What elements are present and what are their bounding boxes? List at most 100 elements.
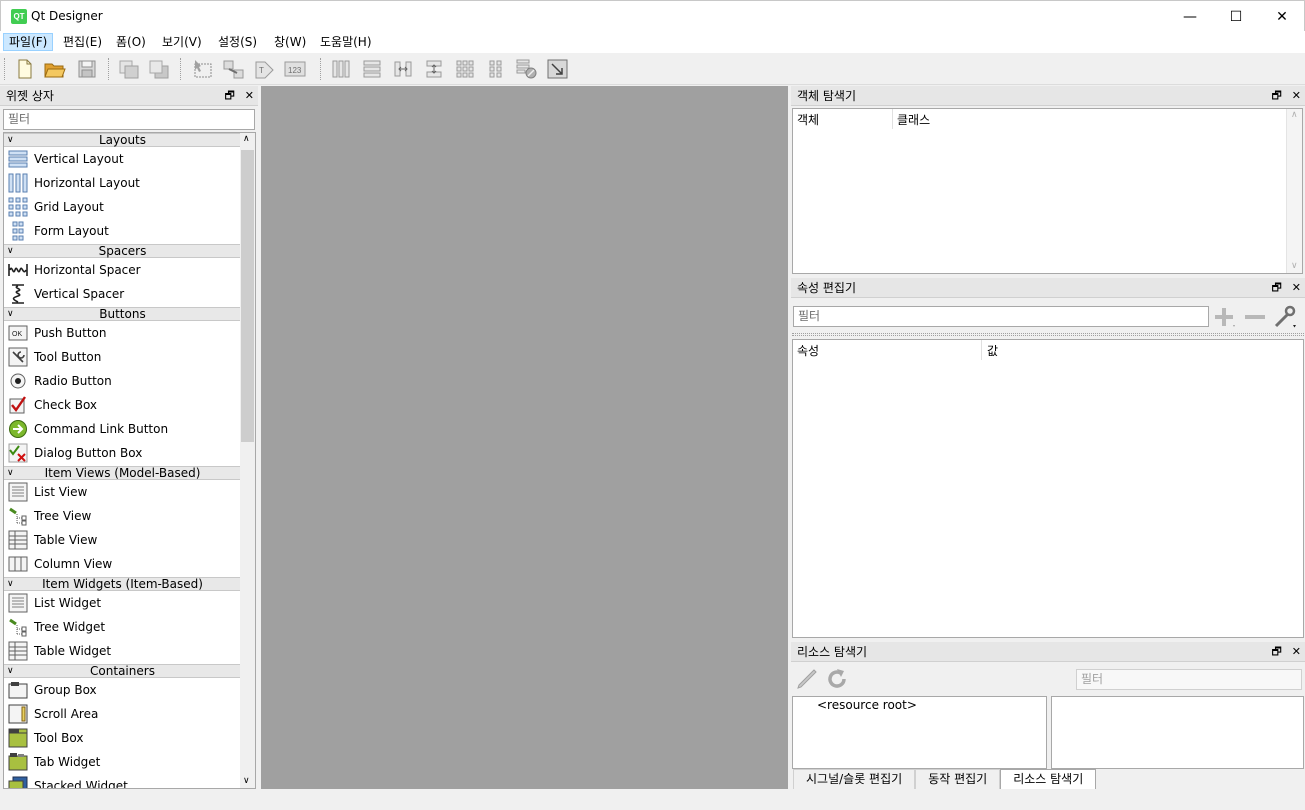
widget-check-box[interactable]: Check Box <box>4 393 241 417</box>
resource-tree[interactable]: <resource root> <box>792 696 1047 769</box>
widget-tree-view[interactable]: Tree View <box>4 504 241 528</box>
tab-widget-icon <box>8 752 28 772</box>
category-layouts[interactable]: ∨ Layouts <box>4 133 241 147</box>
widget-scroll-area[interactable]: Scroll Area <box>4 702 241 726</box>
close-button[interactable]: ✕ <box>1259 1 1305 32</box>
float-dock-icon[interactable]: 🗗 <box>1271 278 1281 298</box>
widget-push-button[interactable]: OK Push Button <box>4 321 241 345</box>
widget-tab-widget[interactable]: Tab Widget <box>4 750 241 774</box>
property-editor-title-label: 속성 편집기 <box>797 281 857 295</box>
category-containers[interactable]: ∨ Containers <box>4 664 241 678</box>
close-dock-icon[interactable]: ✕ <box>245 86 254 106</box>
menu-help[interactable]: 도움말(H) <box>315 33 377 51</box>
add-dynamic-property-button[interactable] <box>1212 305 1238 329</box>
column-header-class[interactable]: 클래스 <box>897 111 930 128</box>
splitter-handle[interactable] <box>792 333 1304 336</box>
dialog-button-box-icon <box>8 443 28 463</box>
widget-tool-box[interactable]: Tool Box <box>4 726 241 750</box>
widget-dialog-button-box[interactable]: Dialog Button Box <box>4 441 241 465</box>
edit-signals-slots-button[interactable] <box>221 57 247 81</box>
tab-resource-browser[interactable]: 리소스 탐색기 <box>1000 769 1097 789</box>
open-form-button[interactable] <box>42 57 68 81</box>
close-dock-icon[interactable]: ✕ <box>1292 278 1301 298</box>
widget-label: Form Layout <box>34 224 109 238</box>
edit-resources-button[interactable] <box>795 667 819 691</box>
edit-widgets-button[interactable] <box>190 57 216 81</box>
scroll-up-icon[interactable]: ∧ <box>1291 110 1298 120</box>
widget-label: Command Link Button <box>34 422 169 436</box>
edit-buddies-button[interactable]: T <box>252 57 278 81</box>
widget-vertical-spacer[interactable]: Vertical Spacer <box>4 282 241 306</box>
float-dock-icon[interactable]: 🗗 <box>224 86 234 106</box>
object-inspector-scrollbar[interactable]: ∧ ∨ <box>1286 109 1302 273</box>
configure-property-editor-button[interactable] <box>1272 304 1302 330</box>
widget-radio-button[interactable]: Radio Button <box>4 369 241 393</box>
maximize-button[interactable]: ☐ <box>1213 1 1259 32</box>
property-editor-tree[interactable]: 속성 값 <box>792 339 1304 638</box>
menu-form[interactable]: 폼(O) <box>111 33 151 51</box>
menu-file[interactable]: 파일(F) <box>3 33 54 51</box>
widget-column-view[interactable]: Column View <box>4 552 241 576</box>
close-dock-icon[interactable]: ✕ <box>1292 86 1301 106</box>
menu-settings[interactable]: 설정(S) <box>213 33 262 51</box>
menu-edit[interactable]: 편집(E) <box>58 33 107 51</box>
float-dock-icon[interactable]: 🗗 <box>1271 642 1281 662</box>
widget-list-view[interactable]: List View <box>4 480 241 504</box>
widget-box-scrollbar[interactable]: ∧ ∨ <box>240 133 255 788</box>
category-item-views[interactable]: ∨ Item Views (Model-Based) <box>4 466 241 480</box>
scroll-down-icon[interactable]: ∨ <box>243 776 250 786</box>
break-layout-button[interactable] <box>514 57 540 81</box>
column-header-property[interactable]: 속성 <box>797 342 819 359</box>
category-spacers[interactable]: ∨ Spacers <box>4 244 241 258</box>
category-buttons[interactable]: ∨ Buttons <box>4 307 241 321</box>
widget-form-layout[interactable]: Form Layout <box>4 219 241 243</box>
menu-window[interactable]: 창(W) <box>269 33 311 51</box>
widget-tool-button[interactable]: Tool Button <box>4 345 241 369</box>
object-inspector-tree[interactable]: 객체 클래스 ∧ ∨ <box>792 108 1303 274</box>
lay-out-vertical-splitter-button[interactable] <box>421 57 447 81</box>
bring-to-front-button[interactable] <box>116 57 142 81</box>
widget-table-view[interactable]: Table View <box>4 528 241 552</box>
lay-out-grid-button[interactable] <box>452 57 478 81</box>
column-header-value[interactable]: 값 <box>987 342 998 359</box>
remove-dynamic-property-button[interactable] <box>1242 305 1268 329</box>
category-item-widgets[interactable]: ∨ Item Widgets (Item-Based) <box>4 577 241 591</box>
save-form-button[interactable] <box>74 57 100 81</box>
close-dock-icon[interactable]: ✕ <box>1292 642 1301 662</box>
widget-group-box[interactable]: Group Box <box>4 678 241 702</box>
new-form-button[interactable] <box>12 57 38 81</box>
widget-tree-widget[interactable]: Tree Widget <box>4 615 241 639</box>
column-header-object[interactable]: 객체 <box>797 111 819 128</box>
adjust-size-button[interactable] <box>545 57 571 81</box>
property-filter-input[interactable]: 필터 <box>793 306 1209 327</box>
widget-vertical-layout[interactable]: Vertical Layout <box>4 147 241 171</box>
widget-horizontal-layout[interactable]: Horizontal Layout <box>4 171 241 195</box>
tab-action-editor[interactable]: 동작 편집기 <box>915 769 1001 789</box>
lay-out-horizontal-splitter-button[interactable] <box>390 57 416 81</box>
resource-root-item[interactable]: <resource root> <box>817 698 917 712</box>
tab-signal-slot-editor[interactable]: 시그널/슬롯 편집기 <box>793 769 916 789</box>
mdi-workspace[interactable] <box>261 86 788 789</box>
widget-grid-layout[interactable]: Grid Layout <box>4 195 241 219</box>
widget-stacked-widget[interactable]: Stacked Widget <box>4 774 241 788</box>
resource-filter-input[interactable]: 필터 <box>1076 669 1302 690</box>
scroll-up-icon[interactable]: ∧ <box>243 134 250 144</box>
menu-view[interactable]: 보기(V) <box>157 33 207 51</box>
resource-list[interactable] <box>1051 696 1304 769</box>
lay-out-vertically-button[interactable] <box>359 57 385 81</box>
lay-out-horizontally-button[interactable] <box>328 57 354 81</box>
scroll-down-icon[interactable]: ∨ <box>1291 261 1298 271</box>
widget-command-link-button[interactable]: Command Link Button <box>4 417 241 441</box>
widget-list-widget[interactable]: List Widget <box>4 591 241 615</box>
widget-horizontal-spacer[interactable]: Horizontal Spacer <box>4 258 241 282</box>
lay-out-form-button[interactable] <box>483 57 509 81</box>
reload-resources-button[interactable] <box>825 667 849 691</box>
widget-table-widget[interactable]: Table Widget <box>4 639 241 663</box>
widget-box-filter-input[interactable]: 필터 <box>3 109 255 130</box>
float-dock-icon[interactable]: 🗗 <box>1271 86 1281 106</box>
scrollbar-thumb[interactable] <box>241 150 254 442</box>
grid-layout-icon <box>8 197 28 217</box>
edit-tab-order-button[interactable]: 123 <box>283 57 309 81</box>
minimize-button[interactable]: — <box>1167 1 1213 32</box>
send-to-back-button[interactable] <box>146 57 172 81</box>
